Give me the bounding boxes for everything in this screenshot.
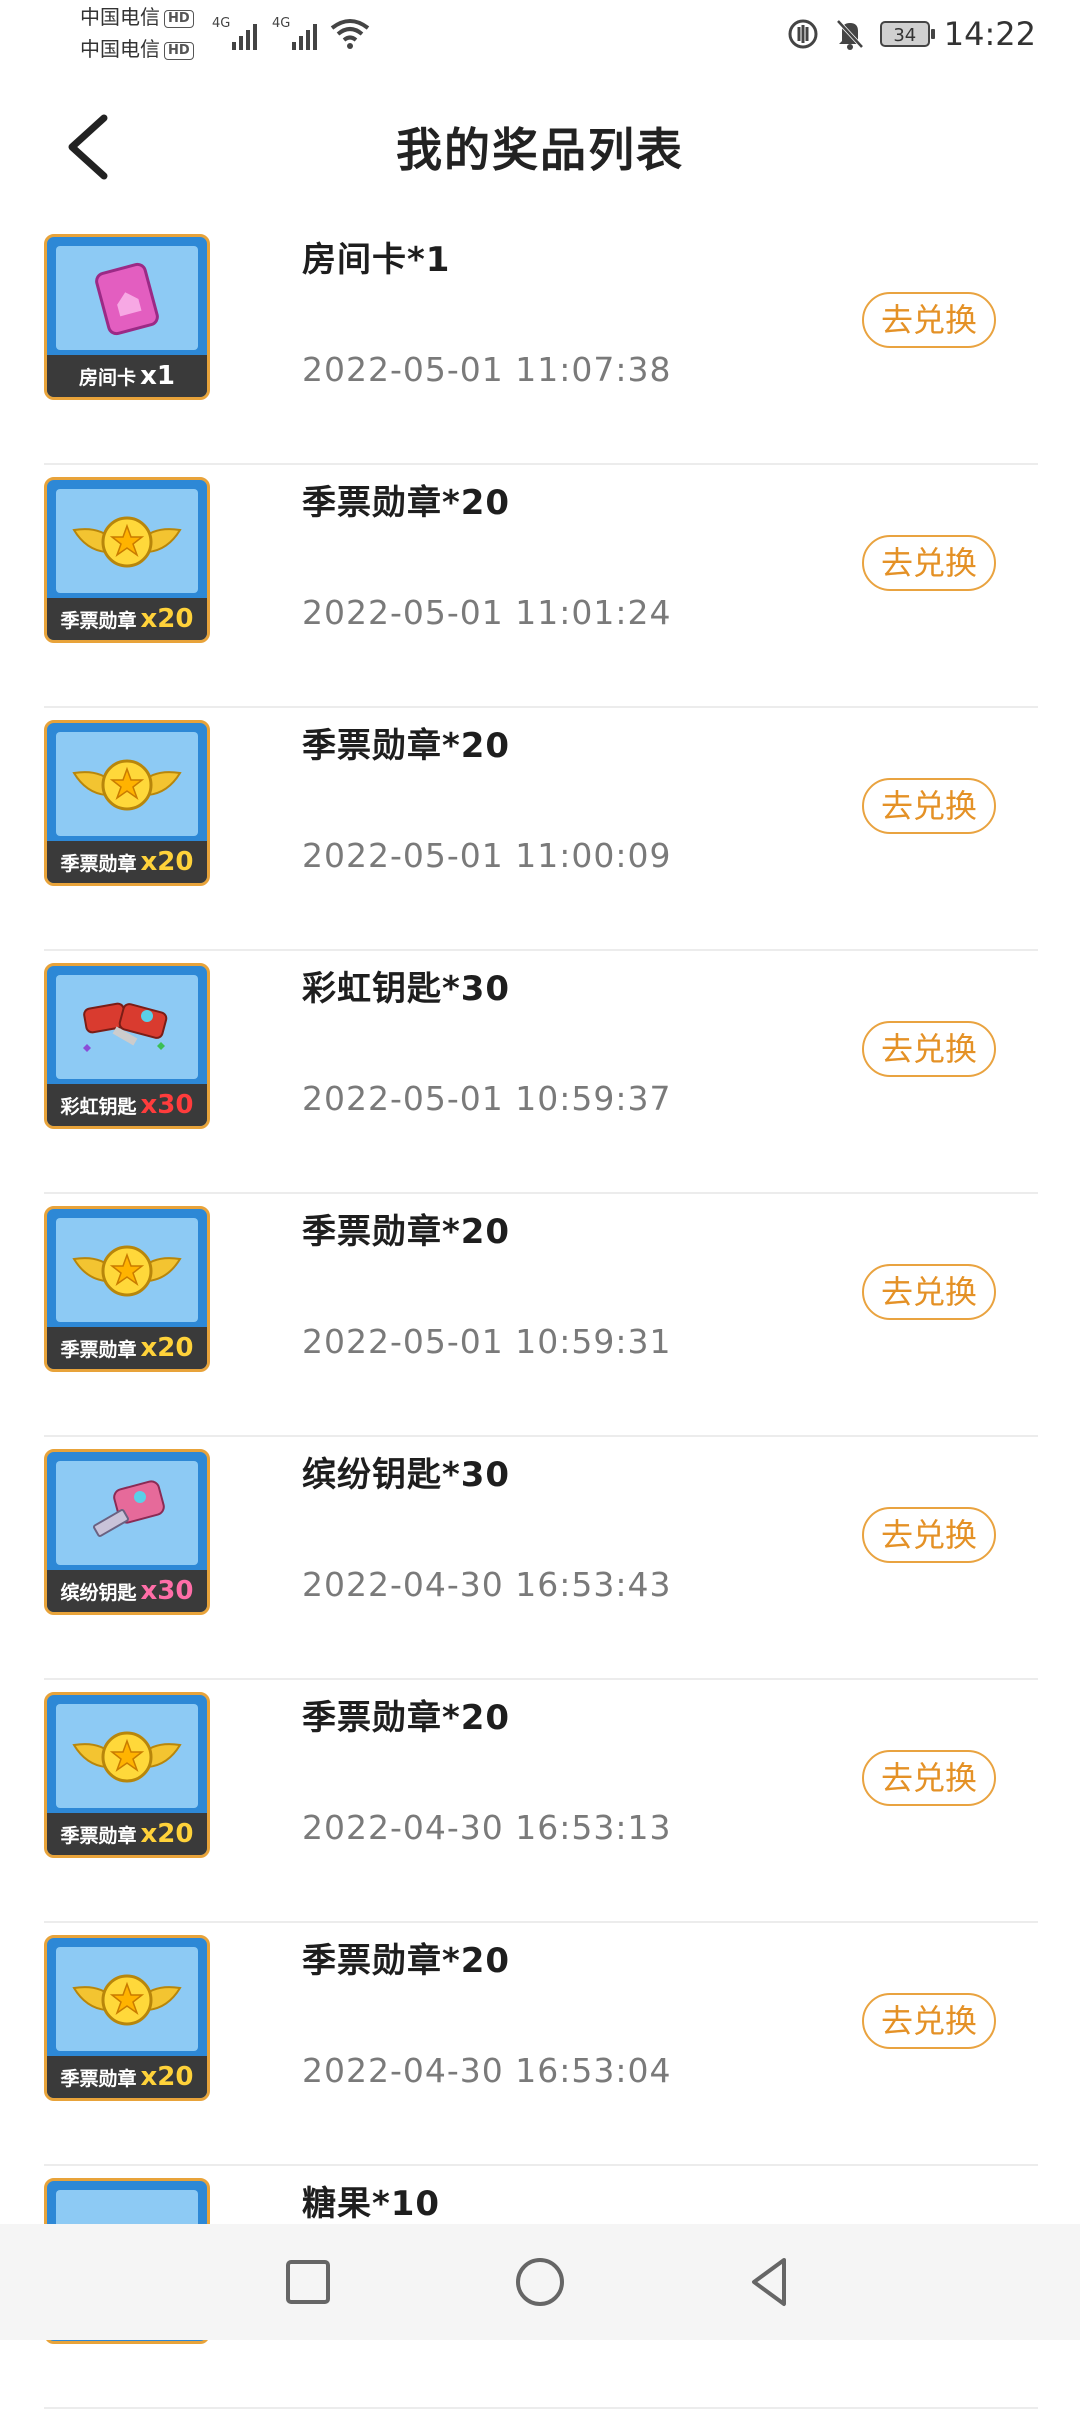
thumb-label-text: 季票勋章 <box>60 2067 137 2090</box>
thumb-label: 缤纷钥匙 x30 <box>47 1570 207 1612</box>
thumb-label: 季票勋章 x20 <box>47 2056 207 2098</box>
battery-icon: 34 <box>879 21 935 47</box>
signal-icon-2 <box>292 20 322 50</box>
prize-name: 季票勋章*20 <box>302 1698 511 1738</box>
thumb-qty: x1 <box>140 361 175 391</box>
prize-thumbnail: 季票勋章 x20 <box>44 477 210 643</box>
prize-name: 糖果*10 <box>302 2184 441 2224</box>
prize-thumbnail: 季票勋章 x20 <box>44 1935 210 2101</box>
thumb-background <box>56 246 198 350</box>
thumb-qty: x20 <box>140 1333 194 1363</box>
prize-row: 季票勋章 x20 季票勋章*20 2022-04-30 16:53:13 去兑换 <box>0 1680 1080 1923</box>
thumb-label-text: 彩虹钥匙 <box>60 1095 137 1118</box>
prize-time: 2022-04-30 16:53:13 <box>302 1808 672 1847</box>
thumb-background <box>56 1218 198 1322</box>
redeem-button[interactable]: 去兑换 <box>862 1993 996 2049</box>
prize-row: 彩虹钥匙 x30 彩虹钥匙*30 2022-05-01 10:59:37 去兑换 <box>0 951 1080 1194</box>
clock: 14:22 <box>943 15 1036 53</box>
thumb-label-text: 缤纷钥匙 <box>60 1581 137 1604</box>
thumb-qty: x20 <box>140 847 194 877</box>
system-nav-bar <box>0 2224 1080 2340</box>
thumb-background <box>56 1461 198 1565</box>
prize-name: 彩虹钥匙*30 <box>302 969 511 1009</box>
carrier-2: 中国电信 HD <box>80 38 194 60</box>
thumb-qty: x20 <box>140 1819 194 1849</box>
prize-time: 2022-05-01 10:59:31 <box>302 1322 672 1361</box>
thumb-qty: x30 <box>140 1090 194 1120</box>
thumb-qty: x30 <box>140 1576 194 1606</box>
page-title: 我的奖品列表 <box>396 123 684 177</box>
signal-icon <box>232 20 262 50</box>
prize-row: 季票勋章 x20 季票勋章*20 2022-05-01 11:01:24 去兑换 <box>0 465 1080 708</box>
prize-time: 2022-05-01 11:07:38 <box>302 350 672 389</box>
carrier-2-label: 中国电信 <box>80 37 160 61</box>
carrier-1-label: 中国电信 <box>80 5 160 29</box>
carrier-1: 中国电信 HD <box>80 6 194 28</box>
thumb-qty: x20 <box>140 604 194 634</box>
thumb-background <box>56 1947 198 2051</box>
redeem-button[interactable]: 去兑换 <box>862 1021 996 1077</box>
prize-name: 季票勋章*20 <box>302 1941 511 1981</box>
prize-time: 2022-05-01 10:59:37 <box>302 1079 672 1118</box>
wifi-icon <box>330 19 370 49</box>
thumb-label: 季票勋章 x20 <box>47 841 207 883</box>
thumb-label: 房间卡 x1 <box>47 355 207 397</box>
network-type-1: 4G <box>212 16 231 31</box>
prize-thumbnail: 彩虹钥匙 x30 <box>44 963 210 1129</box>
thumb-label: 季票勋章 x20 <box>47 1327 207 1369</box>
prize-row: 房间卡 x1 房间卡*1 2022-05-01 11:07:38 去兑换 <box>0 222 1080 465</box>
prize-name: 季票勋章*20 <box>302 1212 511 1252</box>
redeem-button[interactable]: 去兑换 <box>862 1264 996 1320</box>
thumb-label-text: 季票勋章 <box>60 609 137 632</box>
prize-row: 季票勋章 x20 季票勋章*20 2022-05-01 11:00:09 去兑换 <box>0 708 1080 951</box>
status-bar: 中国电信 HD 中国电信 HD 4G 4G 34 14:22 <box>0 0 1080 72</box>
thumb-background <box>56 975 198 1079</box>
thumb-qty: x20 <box>140 2062 194 2092</box>
redeem-button[interactable]: 去兑换 <box>862 1507 996 1563</box>
data-saver-icon <box>788 19 818 49</box>
prize-row: 缤纷钥匙 x30 缤纷钥匙*30 2022-04-30 16:53:43 去兑换 <box>0 1437 1080 1680</box>
thumb-background <box>56 489 198 593</box>
thumb-label: 季票勋章 x20 <box>47 598 207 640</box>
thumb-background <box>56 1704 198 1808</box>
redeem-button[interactable]: 去兑换 <box>862 535 996 591</box>
header: 我的奖品列表 <box>0 72 1080 222</box>
prize-row: 季票勋章 x20 季票勋章*20 2022-04-30 16:53:04 去兑换 <box>0 1923 1080 2166</box>
hd-badge-1: HD <box>164 9 194 28</box>
mute-bell-icon <box>836 19 864 50</box>
back-button[interactable] <box>740 2252 800 2312</box>
prize-name: 季票勋章*20 <box>302 726 511 766</box>
prize-time: 2022-05-01 11:00:09 <box>302 836 672 875</box>
thumb-background <box>56 732 198 836</box>
prize-name: 缤纷钥匙*30 <box>302 1455 511 1495</box>
status-right: 34 14:22 <box>786 14 1036 54</box>
prize-name: 季票勋章*20 <box>302 483 511 523</box>
prize-row: 季票勋章 x20 季票勋章*20 2022-05-01 10:59:31 去兑换 <box>0 1194 1080 1437</box>
prize-thumbnail: 季票勋章 x20 <box>44 1206 210 1372</box>
network-type-2: 4G <box>272 16 291 31</box>
prize-time: 2022-04-30 16:53:04 <box>302 2051 672 2090</box>
thumb-label-text: 季票勋章 <box>60 852 137 875</box>
thumb-label-text: 季票勋章 <box>60 1824 137 1847</box>
prize-thumbnail: 房间卡 x1 <box>44 234 210 400</box>
redeem-button[interactable]: 去兑换 <box>862 292 996 348</box>
prize-time: 2022-04-30 16:53:43 <box>302 1565 672 1604</box>
redeem-button[interactable]: 去兑换 <box>862 778 996 834</box>
prize-list: 房间卡 x1 房间卡*1 2022-05-01 11:07:38 去兑换 季票勋章 x20 季… <box>0 222 1080 2409</box>
prize-name: 房间卡*1 <box>302 240 451 280</box>
home-button[interactable] <box>510 2252 570 2312</box>
thumb-label: 彩虹钥匙 x30 <box>47 1084 207 1126</box>
thumb-label-text: 房间卡 <box>79 366 137 389</box>
redeem-button[interactable]: 去兑换 <box>862 1750 996 1806</box>
hd-badge-2: HD <box>164 41 194 60</box>
thumb-label: 季票勋章 x20 <box>47 1813 207 1855</box>
thumb-label-text: 季票勋章 <box>60 1338 137 1361</box>
prize-thumbnail: 缤纷钥匙 x30 <box>44 1449 210 1615</box>
recent-apps-button[interactable] <box>278 2252 338 2312</box>
prize-thumbnail: 季票勋章 x20 <box>44 1692 210 1858</box>
prize-thumbnail: 季票勋章 x20 <box>44 720 210 886</box>
prize-time: 2022-05-01 11:01:24 <box>302 593 672 632</box>
